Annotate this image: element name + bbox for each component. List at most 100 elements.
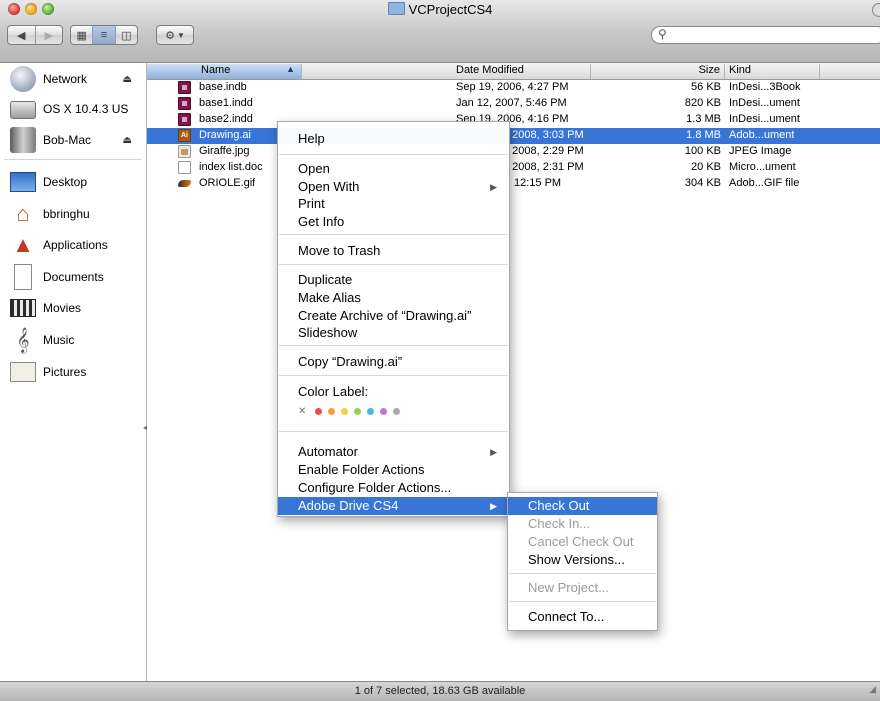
forward-button[interactable]: ▶ — [36, 26, 63, 44]
file-row-index-list-doc[interactable]: index list.doc , 2008, 2:31 PM 20 KB Mic… — [147, 160, 880, 176]
color-label-none-icon[interactable]: ✕ — [298, 406, 306, 417]
menu-item-configure-folder-actions[interactable]: Configure Folder Actions... — [278, 479, 509, 497]
submenu-arrow-icon: ▶ — [490, 447, 497, 457]
column-header-size[interactable]: Size — [591, 64, 725, 79]
movies-icon — [10, 299, 36, 317]
menu-item-make-alias[interactable]: Make Alias — [278, 289, 509, 307]
file-date: , 2008, 3:03 PM — [506, 129, 584, 141]
eject-icon[interactable]: ⏏ — [123, 74, 132, 85]
gif-image-icon — [178, 177, 191, 190]
menu-item-move-to-trash[interactable]: Move to Trash — [278, 242, 509, 260]
sidebar-item-label: Desktop — [43, 175, 88, 189]
menu-item-open[interactable]: Open — [278, 160, 509, 178]
menu-item-create-archive[interactable]: Create Archive of “Drawing.ai” — [278, 307, 509, 325]
sidebar-item-label: Applications — [43, 238, 108, 252]
menu-separator — [279, 345, 508, 346]
jpeg-image-icon — [178, 145, 191, 158]
menu-separator — [279, 234, 508, 235]
sidebar-item-bob-mac[interactable]: Bob-Mac ⏏ — [0, 126, 146, 154]
status-bar: 1 of 7 selected, 18.63 GB available ◢ — [0, 681, 880, 701]
list-view-button[interactable]: ≡ — [93, 26, 116, 44]
file-name: base.indb — [199, 81, 247, 93]
desktop-icon — [10, 172, 36, 192]
menu-item-adobe-drive-cs4[interactable]: Adobe Drive CS4 ▶ — [278, 497, 509, 515]
search-field[interactable]: ⚲ — [651, 26, 880, 44]
sidebar-item-music[interactable]: 𝄞 Music — [0, 326, 146, 354]
indesign-document-icon — [178, 113, 191, 126]
sidebar-item-desktop[interactable]: Desktop — [0, 168, 146, 196]
sidebar-item-pictures[interactable]: Pictures — [0, 358, 146, 386]
menu-separator — [279, 375, 508, 376]
file-row-base-indb[interactable]: base.indb Sep 19, 2006, 4:27 PM 56 KB In… — [147, 80, 880, 96]
icon-grid-icon: ▦ — [76, 29, 87, 42]
sidebar-item-network[interactable]: Network ⏏ — [0, 65, 146, 93]
menu-item-help[interactable]: Help — [278, 130, 509, 148]
color-label-picker: ✕ — [298, 404, 406, 418]
menu-item-connect-to[interactable]: Connect To... — [508, 608, 657, 626]
column-header-kind[interactable]: Kind — [725, 64, 820, 79]
file-size: 1.8 MB — [686, 129, 721, 141]
sidebar: Network ⏏ OS X 10.4.3 US Bob-Mac ⏏ Deskt… — [0, 63, 149, 681]
menu-item-enable-folder-actions[interactable]: Enable Folder Actions — [278, 461, 509, 479]
back-button[interactable]: ◀ — [8, 26, 36, 44]
pictures-icon — [10, 362, 36, 382]
sidebar-item-applications[interactable]: ▲ Applications — [0, 231, 146, 259]
color-label-red[interactable] — [315, 407, 323, 415]
gear-icon: ⚙ — [165, 29, 175, 42]
submenu-arrow-icon: ▶ — [490, 182, 497, 192]
file-kind: Micro...ument — [729, 161, 796, 173]
column-view-button[interactable]: ◫ — [116, 26, 137, 44]
sidebar-item-label: Pictures — [43, 365, 87, 379]
menu-item-get-info[interactable]: Get Info — [278, 213, 509, 231]
file-row-oriole-gif[interactable]: ORIOLE.gif 12:15 PM 304 KB Adob...GIF fi… — [147, 176, 880, 192]
back-arrow-icon: ◀ — [17, 29, 26, 42]
action-menu-button[interactable]: ⚙ ▼ — [156, 25, 194, 45]
menu-item-copy[interactable]: Copy “Drawing.ai” — [278, 353, 509, 371]
menu-item-open-with[interactable]: Open With ▶ — [278, 178, 509, 196]
menu-item-show-versions[interactable]: Show Versions... — [508, 551, 657, 569]
file-row-giraffe-jpg[interactable]: Giraffe.jpg , 2008, 2:29 PM 100 KB JPEG … — [147, 144, 880, 160]
submenu-arrow-icon: ▶ — [490, 501, 497, 511]
color-label-blue[interactable] — [367, 407, 375, 415]
back-forward-control: ◀ ▶ — [7, 25, 63, 45]
file-row-base1-indd[interactable]: base1.indd Jan 12, 2007, 5:46 PM 820 KB … — [147, 96, 880, 112]
menu-separator — [279, 154, 508, 155]
sidebar-item-documents[interactable]: Documents — [0, 263, 146, 291]
file-date: , 2008, 2:29 PM — [506, 145, 584, 157]
file-date: Sep 19, 2006, 4:27 PM — [456, 81, 569, 93]
file-name: base2.indd — [199, 113, 253, 125]
file-row-base2-indd[interactable]: base2.indd Sep 19, 2006, 4:16 PM 1.3 MB … — [147, 112, 880, 128]
eject-icon[interactable]: ⏏ — [123, 135, 132, 146]
status-text: 1 of 7 selected, 18.63 GB available — [354, 685, 526, 697]
sidebar-item-movies[interactable]: Movies — [0, 294, 146, 322]
menu-item-automator[interactable]: Automator ▶ — [278, 443, 509, 461]
color-label-green[interactable] — [354, 407, 362, 415]
color-label-orange[interactable] — [328, 407, 336, 415]
window-title: VCProjectCS4 — [0, 2, 880, 17]
sidebar-item-bbringhu[interactable]: ⌂ bbringhu — [0, 200, 146, 228]
menu-item-new-project: New Project... — [528, 580, 609, 595]
menu-separator — [509, 601, 656, 602]
menu-item-check-out[interactable]: Check Out — [508, 497, 657, 515]
column-header-name[interactable]: Name ▲ — [147, 64, 302, 79]
sidebar-item-os-x-volume[interactable]: OS X 10.4.3 US — [0, 95, 146, 123]
sidebar-item-label: Bob-Mac — [43, 133, 92, 147]
folder-icon — [387, 2, 405, 15]
color-label-yellow[interactable] — [341, 407, 349, 415]
icon-view-button[interactable]: ▦ — [71, 26, 94, 44]
toolbar-toggle-button[interactable] — [872, 3, 880, 17]
menu-item-print[interactable]: Print — [278, 195, 509, 213]
column-header-date-modified[interactable]: Date Modified — [452, 64, 591, 79]
menu-item-slideshow[interactable]: Slideshow — [278, 324, 509, 342]
applications-icon: ▲ — [12, 232, 34, 257]
word-document-icon — [178, 161, 191, 174]
file-row-drawing-ai[interactable]: Ai Drawing.ai , 2008, 3:03 PM 1.8 MB Ado… — [147, 128, 880, 144]
resize-grip-icon[interactable]: ◢ — [869, 680, 876, 699]
file-name: index list.doc — [199, 161, 263, 173]
file-date: Jan 12, 2007, 5:46 PM — [456, 97, 567, 109]
menu-item-duplicate[interactable]: Duplicate — [278, 271, 509, 289]
illustrator-document-icon: Ai — [178, 129, 191, 142]
file-kind: Adob...ument — [729, 129, 795, 141]
color-label-gray[interactable] — [393, 407, 401, 415]
color-label-purple[interactable] — [380, 407, 388, 415]
